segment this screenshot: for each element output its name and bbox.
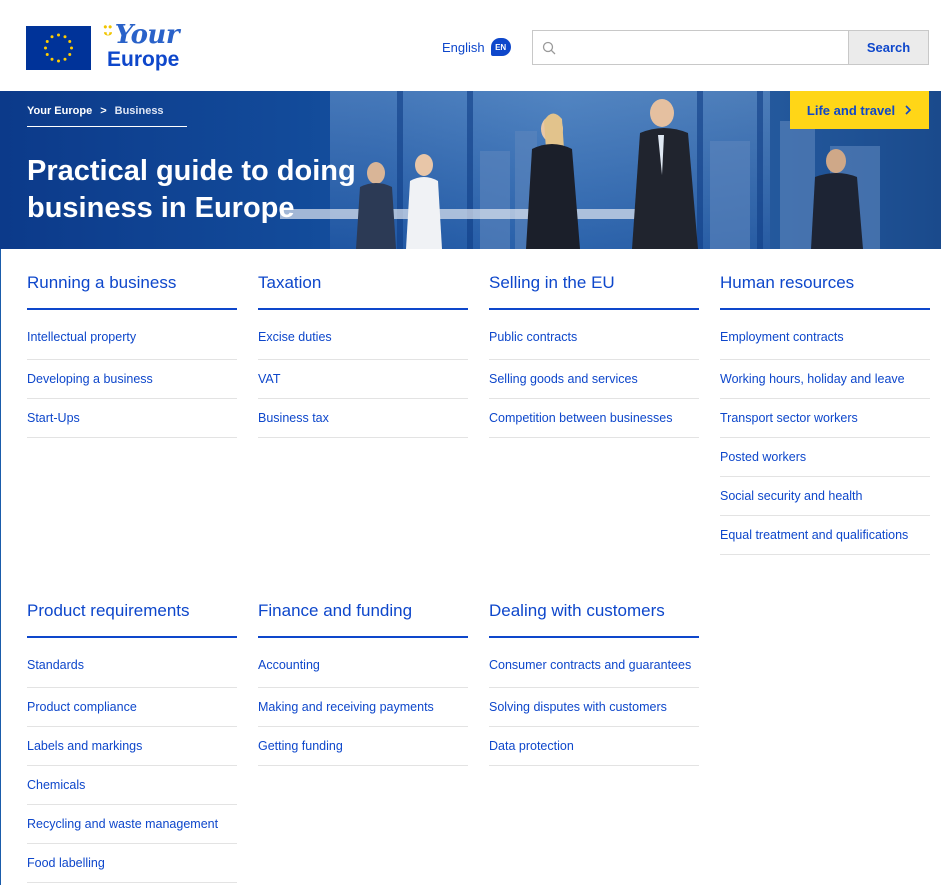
section-running-a-business: Running a business Intellectual property… — [27, 272, 237, 438]
section-links: Intellectual property Developing a busin… — [27, 321, 237, 438]
eu-flag-logo[interactable] — [26, 26, 91, 70]
list-item[interactable]: Making and receiving payments — [258, 688, 468, 727]
flag-star — [68, 53, 72, 56]
flag-star — [45, 53, 49, 56]
list-item[interactable]: Business tax — [258, 399, 468, 438]
list-item[interactable]: Standards — [27, 649, 237, 688]
flag-star — [44, 46, 47, 50]
list-item[interactable]: Data protection — [489, 727, 699, 766]
language-badge-icon: EN — [490, 38, 511, 56]
list-item[interactable]: Selling goods and services — [489, 360, 699, 399]
search-input[interactable] — [565, 31, 848, 64]
flag-star — [50, 57, 54, 61]
list-item[interactable]: Transport sector workers — [720, 399, 930, 438]
list-item[interactable]: Posted workers — [720, 438, 930, 477]
chevron-right-icon — [905, 103, 912, 118]
flag-star — [70, 46, 73, 50]
list-item[interactable]: Intellectual property — [27, 321, 237, 360]
search-bar: Search — [532, 30, 929, 65]
section-links: Standards Product compliance Labels and … — [27, 649, 237, 883]
list-item[interactable]: VAT — [258, 360, 468, 399]
section-product-requirements: Product requirements Standards Product c… — [27, 600, 237, 883]
hero-banner: Your Europe > Business Practical guide t… — [0, 91, 941, 249]
section-human-resources: Human resources Employment contracts Wor… — [720, 272, 930, 555]
section-title: Human resources — [720, 272, 930, 310]
list-item[interactable]: Product compliance — [27, 688, 237, 727]
breadcrumb-separator: > — [100, 105, 107, 117]
list-item[interactable]: Chemicals — [27, 766, 237, 805]
list-item[interactable]: Accounting — [258, 649, 468, 688]
list-item[interactable]: Solving disputes with customers — [489, 688, 699, 727]
section-links: Consumer contracts and guarantees Solvin… — [489, 649, 699, 766]
life-and-travel-button[interactable]: Life and travel — [790, 91, 929, 129]
section-dealing-with-customers: Dealing with customers Consumer contract… — [489, 600, 699, 766]
list-item[interactable]: Excise duties — [258, 321, 468, 360]
list-item[interactable]: Recycling and waste management — [27, 805, 237, 844]
section-title: Finance and funding — [258, 600, 468, 638]
brand-your-text: Your — [114, 20, 180, 50]
section-finance-and-funding: Finance and funding Accounting Making an… — [258, 600, 468, 766]
list-item[interactable]: Labels and markings — [27, 727, 237, 766]
site-header: ᵕ̈Your Europe English EN Search — [0, 0, 941, 91]
language-selector[interactable]: English EN — [442, 38, 511, 56]
section-links: Public contracts Selling goods and servi… — [489, 321, 699, 438]
list-item[interactable]: Equal treatment and qualifications — [720, 516, 930, 555]
list-item[interactable]: Consumer contracts and guarantees — [489, 649, 699, 688]
language-label: English — [442, 39, 485, 55]
page-title: Practical guide to doing business in Eur… — [27, 155, 356, 224]
section-links: Accounting Making and receiving payments… — [258, 649, 468, 766]
section-selling-in-the-eu: Selling in the EU Public contracts Selli… — [489, 272, 699, 438]
list-item[interactable]: Public contracts — [489, 321, 699, 360]
flag-star — [50, 35, 54, 39]
list-item[interactable]: Getting funding — [258, 727, 468, 766]
flag-star — [63, 35, 67, 39]
section-title: Running a business — [27, 272, 237, 310]
flag-star — [57, 59, 60, 63]
list-item[interactable]: Start-Ups — [27, 399, 237, 438]
breadcrumb: Your Europe > Business — [27, 105, 187, 127]
section-title: Taxation — [258, 272, 468, 310]
section-taxation: Taxation Excise duties VAT Business tax — [258, 272, 468, 438]
smile-icon: ᵕ̈ — [103, 23, 113, 49]
your-europe-logo[interactable]: ᵕ̈Your Europe — [103, 20, 180, 71]
section-title: Product requirements — [27, 600, 237, 638]
breadcrumb-home-link[interactable]: Your Europe — [27, 105, 92, 117]
list-item[interactable]: Employment contracts — [720, 321, 930, 360]
list-item[interactable]: Developing a business — [27, 360, 237, 399]
eu-flag-icon — [26, 26, 91, 70]
list-item[interactable]: Social security and health — [720, 477, 930, 516]
brand-europe-text: Europe — [107, 48, 180, 71]
list-item[interactable]: Food labelling — [27, 844, 237, 883]
list-item[interactable]: Competition between businesses — [489, 399, 699, 438]
flag-star — [57, 33, 60, 37]
flag-star — [68, 40, 72, 43]
list-item[interactable]: Working hours, holiday and leave — [720, 360, 930, 399]
life-and-travel-label: Life and travel — [806, 102, 896, 118]
flag-star — [63, 57, 67, 61]
section-links: Employment contracts Working hours, holi… — [720, 321, 930, 555]
section-title: Selling in the EU — [489, 272, 699, 310]
section-title: Dealing with customers — [489, 600, 699, 638]
search-button[interactable]: Search — [848, 31, 928, 64]
breadcrumb-current: Business — [114, 105, 164, 117]
flag-star — [45, 40, 49, 43]
search-icon — [533, 31, 565, 64]
section-links: Excise duties VAT Business tax — [258, 321, 468, 438]
